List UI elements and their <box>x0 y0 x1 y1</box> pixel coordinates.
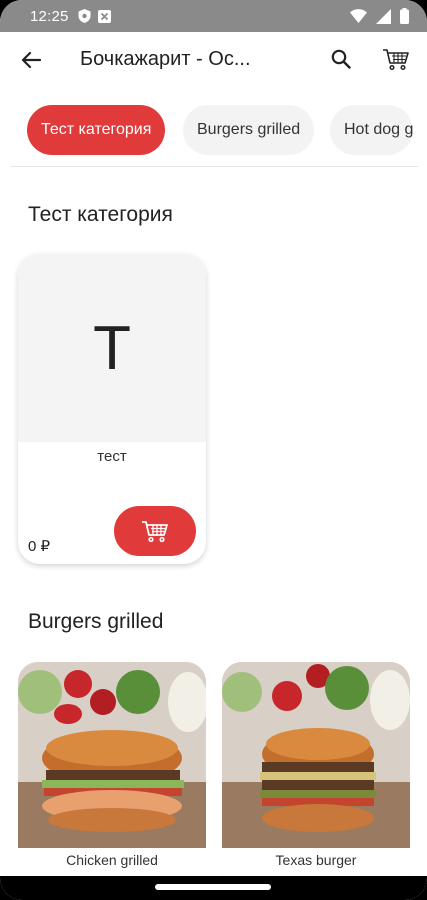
burger-image <box>222 662 410 850</box>
product-card[interactable]: Texas burger <box>222 662 410 892</box>
arrow-back-icon <box>21 51 41 69</box>
shield-icon <box>78 9 91 23</box>
battery-icon <box>400 8 409 24</box>
back-button[interactable] <box>18 47 44 73</box>
product-placeholder-letter: Т <box>18 254 206 442</box>
notification-icon <box>97 9 111 23</box>
search-icon <box>331 49 351 69</box>
cart-icon <box>383 49 409 71</box>
section-title: Тест категория <box>28 203 173 226</box>
status-bar: 12:25 <box>0 0 427 32</box>
app-bar: Бочкажарит - Ос... <box>0 32 427 86</box>
cart-icon <box>142 521 168 543</box>
signal-icon <box>376 8 391 24</box>
category-chip-burgers-grilled[interactable]: Burgers grilled <box>183 105 315 155</box>
section-title: Burgers grilled <box>28 610 164 633</box>
product-price: 0 ₽ <box>28 538 51 555</box>
status-time: 12:25 <box>30 7 69 25</box>
add-to-cart-button[interactable] <box>114 506 196 556</box>
page-title: Бочкажарит - Ос... <box>80 48 251 70</box>
search-button[interactable] <box>327 45 355 73</box>
app-screen: 12:25 Бочкажарит - Ос... Тест категория … <box>0 0 427 900</box>
product-name: тест <box>97 448 127 465</box>
burger-image <box>18 662 206 850</box>
category-chips: Тест категория Burgers grilled Hot dog g <box>0 105 427 157</box>
product-card[interactable]: Т тест 0 ₽ <box>18 254 206 564</box>
category-chip-test[interactable]: Тест категория <box>27 105 166 155</box>
wifi-icon <box>350 9 367 23</box>
product-card[interactable]: Chicken grilled <box>18 662 206 892</box>
home-indicator[interactable] <box>155 884 271 890</box>
divider <box>10 166 418 167</box>
category-chip-hot-dog[interactable]: Hot dog g <box>330 105 414 155</box>
cart-button[interactable] <box>380 43 412 75</box>
